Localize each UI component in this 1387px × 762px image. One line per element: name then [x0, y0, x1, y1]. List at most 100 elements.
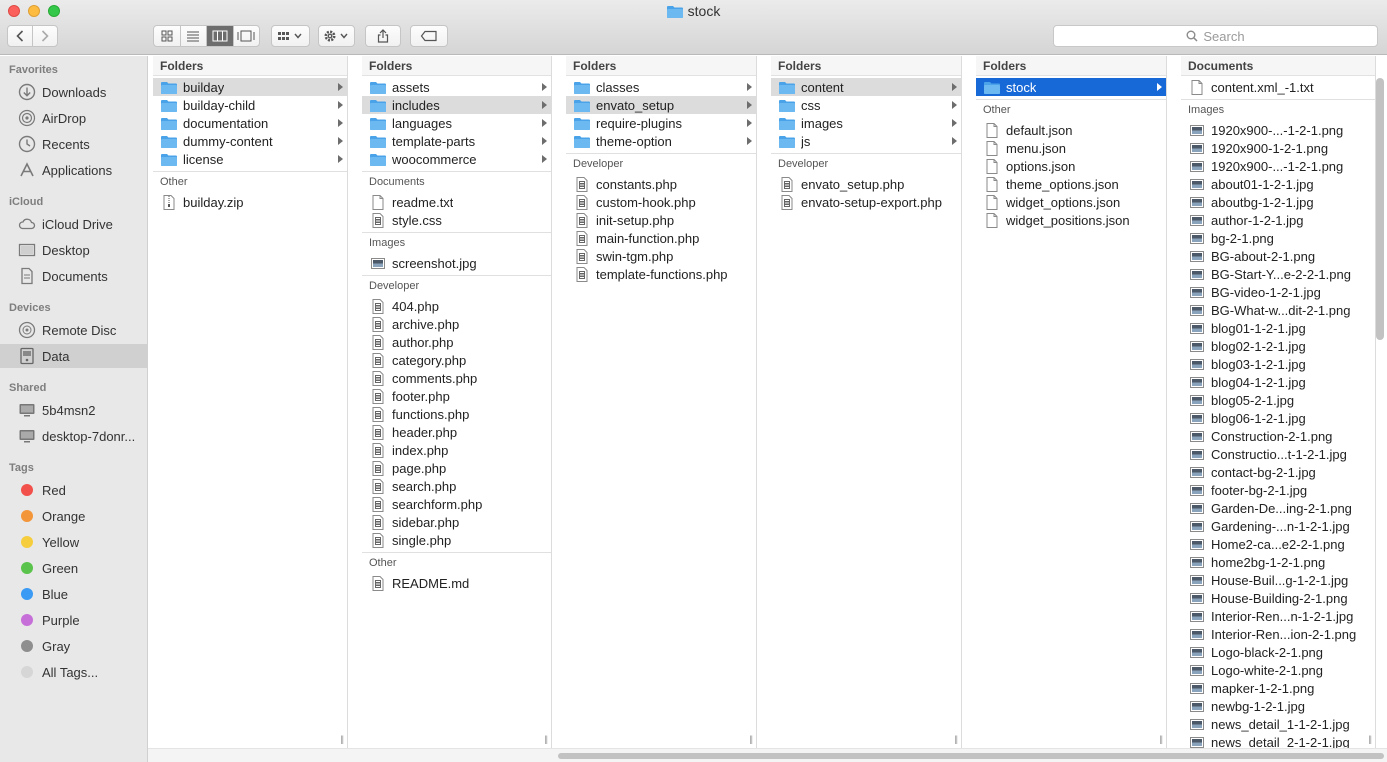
column-view-button[interactable]	[207, 26, 234, 46]
search-field[interactable]: Search	[1053, 25, 1378, 47]
file-item[interactable]: blog01-1-2-1.jpg	[1181, 319, 1375, 337]
file-item[interactable]: blog06-1-2-1.jpg	[1181, 409, 1375, 427]
folder-item[interactable]: content	[771, 78, 961, 96]
sidebar-item-5b4msn2[interactable]: 5b4msn2	[0, 398, 147, 422]
horizontal-scroll-thumb[interactable]	[558, 753, 1384, 759]
sidebar-item-blue[interactable]: Blue	[0, 582, 147, 606]
file-item[interactable]: House-Building-2-1.png	[1181, 589, 1375, 607]
sidebar-item-orange[interactable]: Orange	[0, 504, 147, 528]
folder-item[interactable]: includes	[362, 96, 551, 114]
sidebar-item-recents[interactable]: Recents	[0, 132, 147, 156]
file-item[interactable]: main-function.php	[566, 229, 756, 247]
folder-item[interactable]: assets	[362, 78, 551, 96]
file-item[interactable]: builday.zip	[153, 193, 347, 211]
action-menu-button[interactable]	[318, 25, 355, 47]
file-item[interactable]: Logo-black-2-1.png	[1181, 643, 1375, 661]
file-item[interactable]: 1920x900-...-1-2-1.png	[1181, 121, 1375, 139]
sidebar-item-airdrop[interactable]: AirDrop	[0, 106, 147, 130]
folder-item[interactable]: css	[771, 96, 961, 114]
file-item[interactable]: news_detail_1-1-2-1.jpg	[1181, 715, 1375, 733]
sidebar-item-gray[interactable]: Gray	[0, 634, 147, 658]
file-item[interactable]: page.php	[362, 459, 551, 477]
browser-column-2[interactable]: Folders assets includes languages template-p…	[362, 56, 552, 748]
file-item[interactable]: style.css	[362, 211, 551, 229]
folder-item[interactable]: dummy-content	[153, 132, 347, 150]
icon-view-button[interactable]	[154, 26, 181, 46]
column-resize-handle[interactable]: ||	[340, 734, 344, 744]
file-item[interactable]: mapker-1-2-1.png	[1181, 679, 1375, 697]
folder-item[interactable]: woocommerce	[362, 150, 551, 168]
file-item[interactable]: Gardening-...n-1-2-1.jpg	[1181, 517, 1375, 535]
file-item[interactable]: menu.json	[976, 139, 1166, 157]
file-item[interactable]: category.php	[362, 351, 551, 369]
folder-item[interactable]: stock	[976, 78, 1166, 96]
sidebar-item-documents[interactable]: Documents	[0, 264, 147, 288]
forward-button[interactable]	[33, 26, 57, 46]
file-item[interactable]: contact-bg-2-1.jpg	[1181, 463, 1375, 481]
file-item[interactable]: Home2-ca...e2-2-1.png	[1181, 535, 1375, 553]
sidebar-item-desktop[interactable]: Desktop	[0, 238, 147, 262]
file-item[interactable]: Garden-De...ing-2-1.png	[1181, 499, 1375, 517]
file-item[interactable]: search.php	[362, 477, 551, 495]
column-resize-handle[interactable]: ||	[954, 734, 958, 744]
file-item[interactable]: widget_options.json	[976, 193, 1166, 211]
file-item[interactable]: header.php	[362, 423, 551, 441]
file-item[interactable]: newbg-1-2-1.jpg	[1181, 697, 1375, 715]
file-item[interactable]: swin-tgm.php	[566, 247, 756, 265]
file-item[interactable]: searchform.php	[362, 495, 551, 513]
file-item[interactable]: home2bg-1-2-1.png	[1181, 553, 1375, 571]
sidebar-item-all-tags[interactable]: All Tags...	[0, 660, 147, 684]
folder-item[interactable]: builday-child	[153, 96, 347, 114]
sidebar-item-red[interactable]: Red	[0, 478, 147, 502]
folder-item[interactable]: images	[771, 114, 961, 132]
column-resize-handle[interactable]: ||	[749, 734, 753, 744]
horizontal-scrollbar[interactable]	[148, 748, 1387, 762]
browser-column-5[interactable]: Folders stock Other default.json menu.json op…	[976, 56, 1167, 748]
column-resize-handle[interactable]: ||	[1368, 734, 1372, 744]
sidebar-item-applications[interactable]: Applications	[0, 158, 147, 182]
browser-column-1[interactable]: Folders builday builday-child documentation…	[153, 56, 348, 748]
browser-column-6[interactable]: Documents content.xml_-1.txt Images 1920x90…	[1181, 56, 1376, 748]
file-item[interactable]: envato-setup-export.php	[771, 193, 961, 211]
folder-item[interactable]: theme-option	[566, 132, 756, 150]
back-button[interactable]	[8, 26, 33, 46]
folder-item[interactable]: license	[153, 150, 347, 168]
file-item[interactable]: about01-1-2-1.jpg	[1181, 175, 1375, 193]
folder-item[interactable]: classes	[566, 78, 756, 96]
file-item[interactable]: single.php	[362, 531, 551, 549]
file-item[interactable]: template-functions.php	[566, 265, 756, 283]
file-item[interactable]: House-Buil...g-1-2-1.jpg	[1181, 571, 1375, 589]
file-item[interactable]: 1920x900-1-2-1.png	[1181, 139, 1375, 157]
file-item[interactable]: init-setup.php	[566, 211, 756, 229]
file-item[interactable]: sidebar.php	[362, 513, 551, 531]
file-item[interactable]: archive.php	[362, 315, 551, 333]
file-item[interactable]: footer-bg-2-1.jpg	[1181, 481, 1375, 499]
file-item[interactable]: Logo-white-2-1.png	[1181, 661, 1375, 679]
file-item[interactable]: Interior-Ren...n-1-2-1.jpg	[1181, 607, 1375, 625]
sidebar-item-yellow[interactable]: Yellow	[0, 530, 147, 554]
file-item[interactable]: envato_setup.php	[771, 175, 961, 193]
browser-column-4[interactable]: Folders content css images js Developer envato…	[771, 56, 962, 748]
file-item[interactable]: readme.txt	[362, 193, 551, 211]
folder-item[interactable]: builday	[153, 78, 347, 96]
sidebar-item-purple[interactable]: Purple	[0, 608, 147, 632]
file-item[interactable]: custom-hook.php	[566, 193, 756, 211]
folder-item[interactable]: require-plugins	[566, 114, 756, 132]
sidebar-item-green[interactable]: Green	[0, 556, 147, 580]
file-item[interactable]: Interior-Ren...ion-2-1.png	[1181, 625, 1375, 643]
file-item[interactable]: 404.php	[362, 297, 551, 315]
file-item[interactable]: blog05-2-1.jpg	[1181, 391, 1375, 409]
column-resize-handle[interactable]: ||	[1159, 734, 1163, 744]
file-item[interactable]: 1920x900-...-1-2-1.png	[1181, 157, 1375, 175]
folder-item[interactable]: template-parts	[362, 132, 551, 150]
browser-column-3[interactable]: Folders classes envato_setup require-plugin…	[566, 56, 757, 748]
file-item[interactable]: content.xml_-1.txt	[1181, 78, 1375, 96]
file-item[interactable]: index.php	[362, 441, 551, 459]
share-button[interactable]	[365, 25, 401, 47]
group-by-button[interactable]	[271, 25, 310, 47]
file-item[interactable]: Construction-2-1.png	[1181, 427, 1375, 445]
file-item[interactable]: README.md	[362, 574, 551, 592]
list-view-button[interactable]	[181, 26, 207, 46]
folder-item[interactable]: languages	[362, 114, 551, 132]
file-item[interactable]: theme_options.json	[976, 175, 1166, 193]
